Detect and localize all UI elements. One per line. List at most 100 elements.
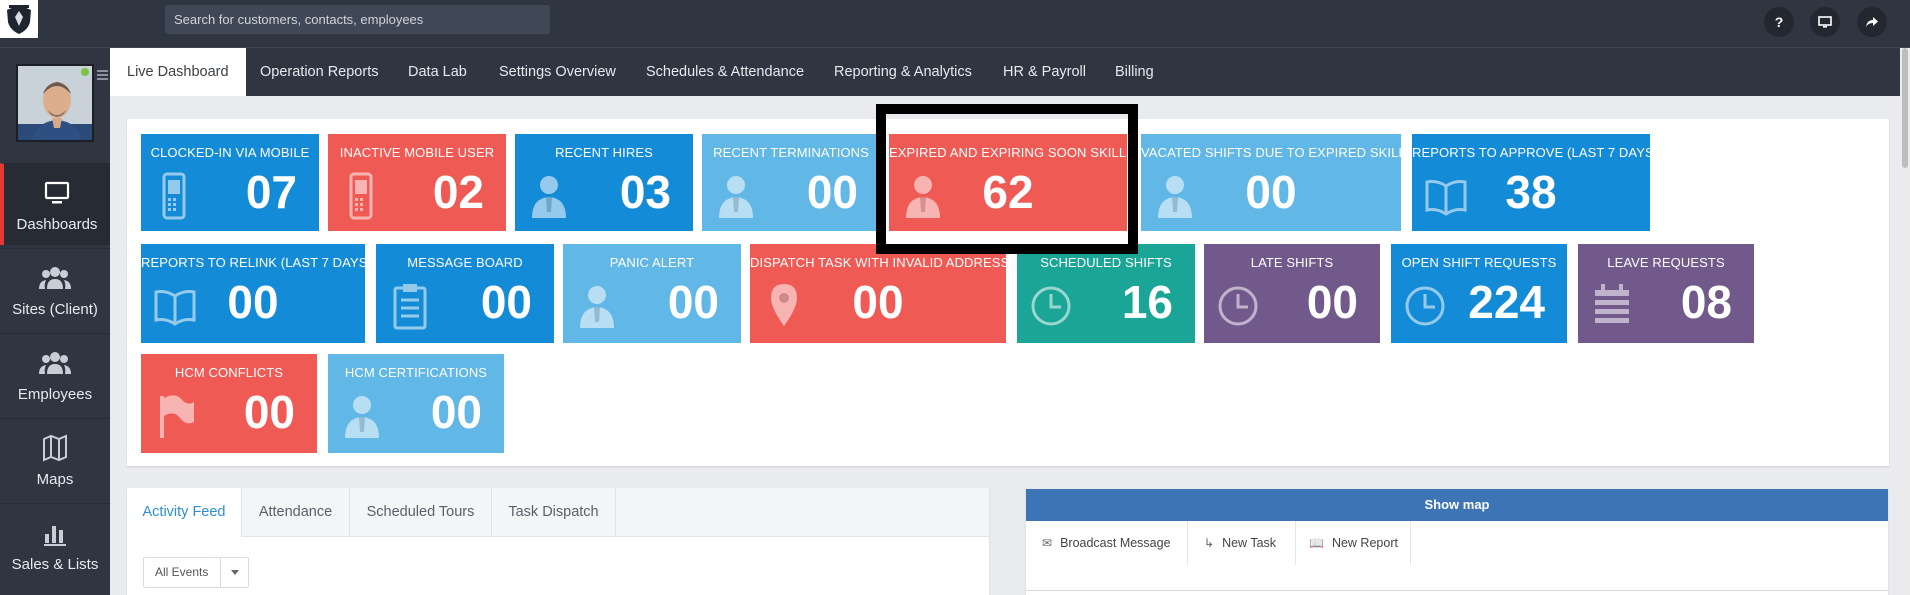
clock-icon bbox=[1217, 282, 1259, 330]
share-icon bbox=[1866, 17, 1878, 27]
menu-toggle-icon[interactable] bbox=[97, 70, 108, 82]
new-report-label: New Report bbox=[1331, 536, 1398, 550]
kpi-tile-title: HCM CONFLICTS bbox=[174, 365, 284, 380]
kpi-tile[interactable]: MESSAGE BOARD 00 bbox=[376, 244, 554, 343]
kpi-tile[interactable]: VACATED SHIFTS DUE TO EXPIRED SKILLS 00 bbox=[1141, 134, 1415, 231]
clock-icon bbox=[1404, 282, 1446, 330]
clock-icon bbox=[1030, 282, 1072, 330]
bar-chart-icon bbox=[44, 526, 66, 546]
tab-live-dashboard[interactable]: Live Dashboard bbox=[110, 48, 246, 96]
kpi-tile-value: 38 bbox=[1505, 166, 1557, 218]
kpi-tile[interactable]: HCM CONFLICTS 00 bbox=[141, 354, 317, 453]
kpi-tile-value: 00 bbox=[480, 276, 532, 328]
activity-feed-panel: Activity Feed Attendance Scheduled Tours… bbox=[127, 488, 989, 595]
kpi-tile[interactable]: HCM CERTIFICATIONS 00 bbox=[328, 354, 504, 453]
kpi-tile-title: SCHEDULED SHIFTS bbox=[1040, 255, 1172, 270]
events-filter-dropdown[interactable]: All Events bbox=[143, 557, 249, 588]
tab-attendance[interactable]: Attendance bbox=[242, 488, 350, 537]
page-scrollbar[interactable] bbox=[1900, 48, 1910, 595]
kpi-tile[interactable]: OPEN SHIFT REQUESTS 224 bbox=[1391, 244, 1567, 343]
new-task-label: New Task bbox=[1222, 536, 1277, 550]
share-button[interactable] bbox=[1857, 7, 1887, 37]
kpi-tile[interactable]: RECENT TERMINATIONS 00 bbox=[702, 134, 880, 231]
kpi-tile-value: 00 bbox=[430, 386, 482, 438]
tab-scheduled-tours[interactable]: Scheduled Tours bbox=[350, 488, 492, 537]
kpi-tile-title: OPEN SHIFT REQUESTS bbox=[1401, 255, 1557, 270]
kpi-tile-title: HCM CERTIFICATIONS bbox=[344, 365, 488, 380]
tab-reporting-analytics[interactable]: Reporting & Analytics bbox=[834, 48, 972, 96]
kpi-tile[interactable]: INACTIVE MOBILE USER 02 bbox=[328, 134, 506, 231]
online-status-dot bbox=[81, 68, 89, 76]
person-icon bbox=[715, 172, 757, 220]
kpi-tile[interactable]: RECENT HIRES 03 bbox=[515, 134, 693, 231]
mobile-phone-icon bbox=[341, 172, 383, 220]
sidebar-item-maps[interactable]: Maps bbox=[0, 418, 110, 500]
group-icon bbox=[39, 267, 71, 289]
kpi-tile-value: 00 bbox=[1306, 276, 1358, 328]
broadcast-message-label: Broadcast Message bbox=[1060, 536, 1171, 550]
sidebar-item-label: Dashboards bbox=[16, 216, 98, 233]
kpi-tile-value: 00 bbox=[806, 166, 858, 218]
kpi-tile[interactable]: PANIC ALERT 00 bbox=[563, 244, 741, 343]
kpi-tile[interactable]: REPORTS TO RELINK (LAST 7 DAYS) 00 bbox=[141, 244, 372, 343]
kpi-tile[interactable]: DISPATCH TASK WITH INVALID ADDRESS 00 bbox=[750, 244, 1010, 343]
sidebar-item-employees[interactable]: Employees bbox=[0, 333, 110, 415]
tab-settings-overview[interactable]: Settings Overview bbox=[499, 48, 616, 96]
tab-billing[interactable]: Billing bbox=[1115, 48, 1154, 96]
show-map-button[interactable]: Show map bbox=[1026, 489, 1888, 521]
book-icon: 📖 bbox=[1309, 536, 1324, 550]
person-icon bbox=[576, 282, 618, 330]
kpi-tile[interactable]: SCHEDULED SHIFTS 16 bbox=[1017, 244, 1195, 343]
search-input[interactable]: Search for customers, contacts, employee… bbox=[165, 5, 550, 34]
divider bbox=[1026, 590, 1888, 591]
tab-operation-reports[interactable]: Operation Reports bbox=[260, 48, 378, 96]
scrollbar-thumb[interactable] bbox=[1902, 48, 1908, 168]
kpi-tile-title: RECENT HIRES bbox=[555, 145, 653, 160]
kpi-tile-value: 00 bbox=[243, 386, 295, 438]
kpi-tile-title: LEAVE REQUESTS bbox=[1607, 255, 1725, 270]
sidebar-item-label: Employees bbox=[17, 386, 93, 403]
tab-task-dispatch[interactable]: Task Dispatch bbox=[492, 488, 616, 537]
kpi-tile[interactable]: CLOCKED-IN VIA MOBILE 07 bbox=[141, 134, 319, 231]
kpi-tile-value: 03 bbox=[619, 166, 671, 218]
calendar-icon bbox=[1591, 282, 1633, 330]
tab-data-lab[interactable]: Data Lab bbox=[408, 48, 467, 96]
kpi-tile-value: 16 bbox=[1121, 276, 1173, 328]
sidebar-item-sites[interactable]: Sites (Client) bbox=[0, 248, 110, 330]
sidebar-item-sales[interactable]: Sales & Lists bbox=[0, 503, 110, 585]
kpi-tile-value: 00 bbox=[667, 276, 719, 328]
tab-hr-payroll[interactable]: HR & Payroll bbox=[1003, 48, 1086, 96]
help-icon: ? bbox=[1774, 14, 1784, 30]
sidebar-item-label: Sales & Lists bbox=[11, 556, 99, 573]
kpi-tile[interactable]: LATE SHIFTS 00 bbox=[1204, 244, 1380, 343]
main-tab-bar: Live Dashboard Operation Reports Data La… bbox=[110, 48, 1910, 96]
group-icon bbox=[39, 352, 71, 374]
display-button[interactable] bbox=[1810, 7, 1840, 37]
kpi-tile-value: 00 bbox=[1245, 166, 1297, 218]
chevron-down-icon[interactable] bbox=[220, 558, 248, 587]
kpi-tile-value: 00 bbox=[227, 276, 279, 328]
events-filter-label: All Events bbox=[155, 565, 209, 579]
kpi-tile-value: 224 bbox=[1468, 276, 1545, 328]
person-icon bbox=[341, 392, 383, 440]
user-photo-icon bbox=[18, 66, 92, 140]
kpi-tile-title: VACATED SHIFTS DUE TO EXPIRED SKILLS bbox=[1141, 145, 1415, 160]
kpi-tile[interactable]: REPORTS TO APPROVE (LAST 7 DAYS) 38 bbox=[1412, 134, 1659, 231]
new-task-button[interactable]: ↳ New Task bbox=[1188, 521, 1296, 565]
kpi-tile-title: DISPATCH TASK WITH INVALID ADDRESS bbox=[750, 255, 1010, 270]
kpi-tile-title: REPORTS TO RELINK (LAST 7 DAYS) bbox=[141, 255, 372, 270]
new-report-button[interactable]: 📖 New Report bbox=[1296, 521, 1411, 565]
sidebar-item-dashboards[interactable]: Dashboards bbox=[0, 163, 110, 245]
kpi-tile[interactable]: LEAVE REQUESTS 08 bbox=[1578, 244, 1754, 343]
map-icon bbox=[43, 434, 67, 462]
company-logo[interactable] bbox=[0, 0, 38, 38]
kpi-tile-title: REPORTS TO APPROVE (LAST 7 DAYS) bbox=[1412, 145, 1659, 160]
broadcast-message-button[interactable]: ✉ Broadcast Message bbox=[1026, 521, 1188, 565]
help-button[interactable]: ? bbox=[1764, 7, 1794, 37]
tab-schedules-attendance[interactable]: Schedules & Attendance bbox=[646, 48, 804, 96]
tab-activity-feed[interactable]: Activity Feed bbox=[127, 488, 242, 537]
avatar[interactable] bbox=[16, 64, 94, 142]
mobile-phone-icon bbox=[154, 172, 196, 220]
person-icon bbox=[528, 172, 570, 220]
monitor-icon bbox=[44, 181, 70, 204]
